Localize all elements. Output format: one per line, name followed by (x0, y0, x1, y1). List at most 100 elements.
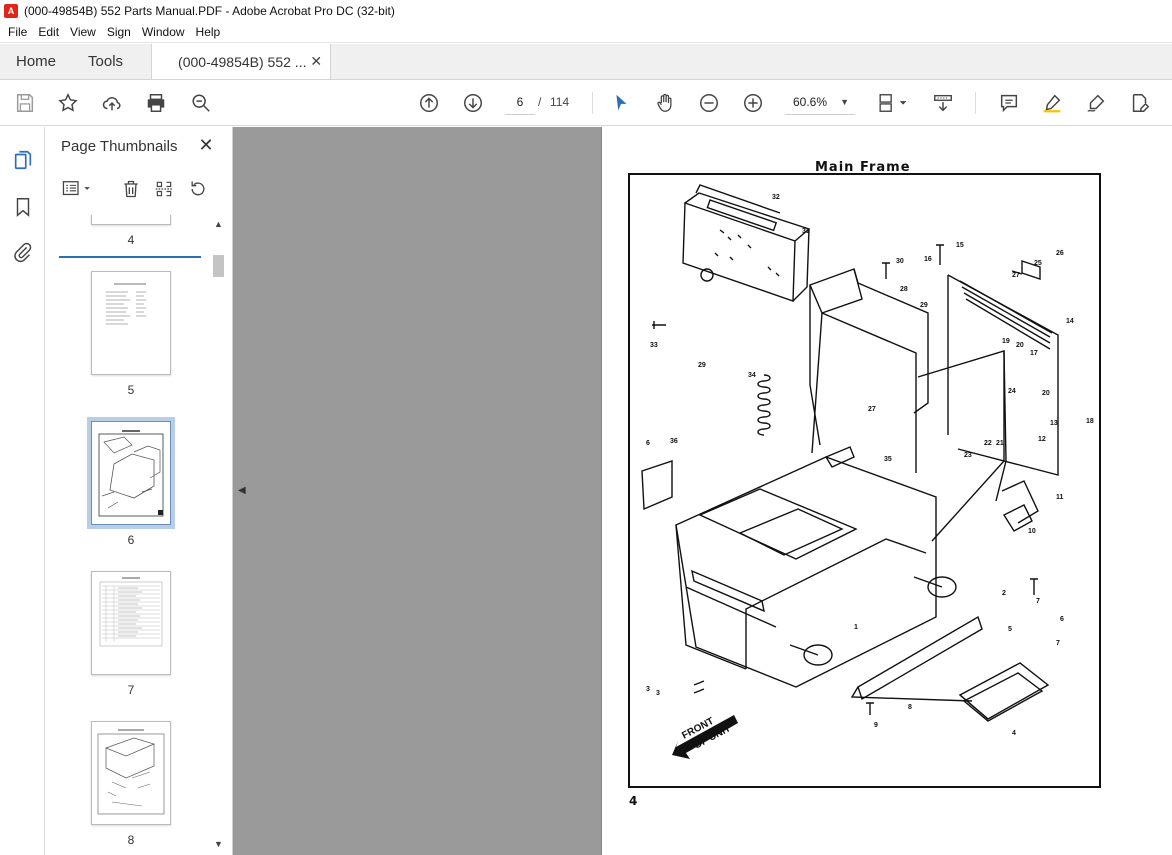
callout-label: 7 (1036, 598, 1040, 605)
page-layout-icon[interactable] (875, 91, 911, 115)
callout-label: 13 (1050, 420, 1058, 427)
page-thumbnail[interactable] (91, 215, 171, 225)
menu-edit[interactable]: Edit (34, 25, 63, 39)
toolbar-divider (592, 92, 593, 114)
callout-label: 25 (1034, 260, 1042, 267)
tab-document-label: (000-49854B) 552 ... (178, 53, 307, 70)
zoom-out-icon[interactable] (697, 91, 721, 115)
edit-document-icon[interactable] (1128, 91, 1152, 115)
attachments-paperclip-icon[interactable] (11, 240, 35, 264)
rotate-page-icon[interactable] (187, 178, 209, 200)
callout-label: 19 (1002, 338, 1010, 345)
callout-label: 8 (908, 704, 912, 711)
close-panel-icon[interactable]: ✕ (197, 135, 215, 155)
callout-label: 4 (1012, 730, 1016, 737)
callout-label: 24 (1008, 388, 1016, 395)
callout-label: 29 (698, 362, 706, 369)
thumbnail-page-number: 7 (127, 683, 135, 697)
callout-label: 20 (1016, 342, 1024, 349)
document-viewport[interactable]: ◀ Main Frame FRONT OF UNIT 32 31 30 16 1… (233, 127, 1172, 855)
panel-title: Page Thumbnails (61, 138, 178, 155)
callout-label: 3 (646, 686, 650, 693)
previous-page-icon[interactable] (417, 91, 441, 115)
close-tab-icon[interactable]: ✕ (310, 53, 322, 70)
callout-label: 16 (924, 256, 932, 263)
menu-file[interactable]: File (4, 25, 31, 39)
tab-home[interactable]: Home (0, 44, 72, 79)
zoom-in-icon[interactable] (741, 91, 765, 115)
thumbnail-insert-divider (59, 256, 201, 258)
menu-sign[interactable]: Sign (103, 25, 135, 39)
callout-label: 20 (1042, 390, 1050, 397)
menu-bar: File Edit View Sign Window Help (0, 22, 1172, 43)
bookmarks-icon[interactable] (11, 195, 35, 219)
pdf-page-number: 4 (629, 794, 638, 808)
scroll-down-arrow-icon[interactable]: ▼ (214, 839, 223, 849)
callout-label: 33 (650, 342, 658, 349)
zoom-level-value: 60.6% (793, 95, 828, 109)
pdf-page: Main Frame FRONT OF UNIT 32 31 30 16 15 … (601, 127, 1172, 855)
callout-label: 29 (920, 302, 928, 309)
thumbnail-page-number: 4 (127, 233, 135, 247)
page-thumbnail[interactable] (91, 271, 171, 375)
thumbnail-page-number: 6 (127, 533, 135, 547)
callout-label: 21 (996, 440, 1004, 447)
scroll-mode-icon[interactable] (931, 91, 955, 115)
collapse-panel-arrow-icon[interactable]: ◀ (238, 485, 246, 496)
menu-window[interactable]: Window (138, 25, 189, 39)
print-icon[interactable] (144, 91, 168, 115)
page-thumbnail[interactable] (91, 721, 171, 825)
callout-label: 10 (1028, 528, 1036, 535)
page-number-input[interactable]: 6 (505, 90, 535, 115)
callout-label: 7 (1056, 640, 1060, 647)
left-navigation-rail (0, 127, 45, 855)
thumbnail-scrollbar[interactable]: ▲ ▼ (211, 217, 225, 855)
callout-label: 32 (772, 194, 780, 201)
page-thumbnail[interactable] (91, 571, 171, 675)
page-thumbnail-selected[interactable] (87, 417, 175, 529)
panel-toolbar (45, 174, 233, 204)
callout-label: 28 (900, 286, 908, 293)
save-icon[interactable] (13, 91, 37, 115)
chevron-down-icon: ▼ (840, 97, 849, 107)
scrollbar-thumb[interactable] (213, 255, 224, 277)
callout-label: 12 (1038, 436, 1046, 443)
comment-icon[interactable] (997, 91, 1021, 115)
menu-help[interactable]: Help (192, 25, 225, 39)
bookmark-star-icon[interactable] (56, 91, 80, 115)
window-title: (000-49854B) 552 Parts Manual.PDF - Adob… (24, 4, 395, 18)
tab-tools[interactable]: Tools (72, 44, 139, 79)
extract-pages-icon[interactable] (153, 178, 175, 200)
sign-pen-icon[interactable] (1084, 91, 1108, 115)
callout-label: 3 (656, 690, 660, 697)
zoom-search-icon[interactable] (189, 91, 213, 115)
thumbnail-page-number: 5 (127, 383, 135, 397)
callout-label: 11 (1056, 494, 1064, 501)
delete-page-icon[interactable] (120, 178, 142, 200)
thumbnail-page-number: 8 (127, 833, 135, 847)
select-cursor-icon[interactable] (609, 91, 633, 115)
callout-label: 14 (1066, 318, 1074, 325)
upload-cloud-icon[interactable] (100, 91, 124, 115)
thumbnail-list: 4 5 6 7 8 (59, 215, 217, 855)
callout-label: 35 (884, 456, 892, 463)
highlight-pen-icon[interactable] (1040, 91, 1064, 115)
page-separator: / (538, 95, 542, 109)
hand-tool-icon[interactable] (653, 91, 677, 115)
page-thumbnails-icon[interactable] (11, 148, 35, 172)
callout-label: 5 (1008, 626, 1012, 633)
tab-bar: Home Tools (000-49854B) 552 ... ✕ (0, 44, 1172, 80)
callout-label: 6 (1060, 616, 1064, 623)
callout-label: 9 (874, 722, 878, 729)
thumbnail-options-icon[interactable] (60, 178, 96, 200)
main-toolbar: 6 / 114 60.6% ▼ (0, 80, 1172, 126)
acrobat-app-icon: A (4, 4, 18, 18)
scroll-up-arrow-icon[interactable]: ▲ (214, 219, 223, 229)
total-pages: 114 (550, 95, 570, 109)
next-page-icon[interactable] (461, 91, 485, 115)
callout-label: 27 (868, 406, 876, 413)
tab-document[interactable]: (000-49854B) 552 ... ✕ (151, 44, 332, 79)
zoom-level-select[interactable]: 60.6% ▼ (785, 90, 855, 115)
menu-view[interactable]: View (66, 25, 100, 39)
callout-label: 1 (854, 624, 858, 631)
